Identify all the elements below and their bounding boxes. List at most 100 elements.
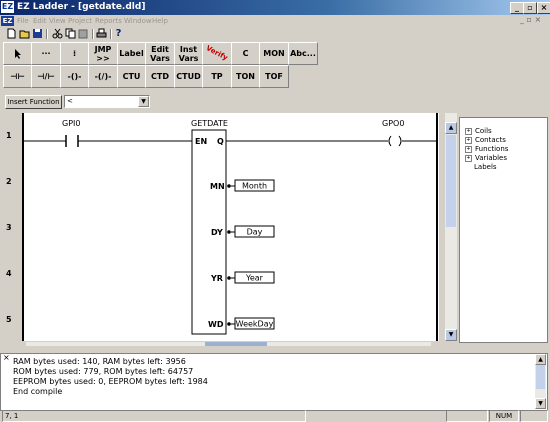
ladder-palette: ··· ⁞ JMP >> Label Edit Vars Inst Vars V… [0, 41, 550, 88]
edit-vars-tool[interactable]: Edit Vars [145, 42, 175, 65]
tree-node[interactable]: + Contacts [465, 136, 506, 145]
menu-edit[interactable]: Edit [33, 16, 47, 26]
dy-pin-label: DY [211, 228, 223, 237]
edit-vars-label: Edit Vars [150, 44, 170, 63]
cut-icon[interactable] [52, 28, 63, 39]
menu-help[interactable]: Help [152, 16, 168, 26]
monitor-tool[interactable]: MON [259, 42, 289, 65]
tree-node[interactable]: + Functions [465, 145, 508, 154]
output-variable[interactable]: WeekDay [236, 320, 274, 329]
ctu-label: CTU [122, 72, 141, 81]
inst-vars-tool[interactable]: Inst Vars [174, 42, 203, 65]
chevron-down-icon[interactable]: ▼ [138, 96, 149, 107]
no-contact-tool[interactable]: ⊣⊢ [3, 65, 32, 88]
expand-icon: + [465, 155, 472, 162]
tree-node[interactable]: Labels [474, 163, 497, 172]
menu-view[interactable]: View [49, 16, 66, 26]
scroll-up-icon[interactable]: ▲ [445, 122, 457, 134]
title-bar: EZ EZ Ladder - [getdate.dld] _ ▫ × [0, 0, 550, 15]
horizontal-wire-tool[interactable]: ··· [31, 42, 61, 65]
copy-icon[interactable] [65, 28, 76, 39]
verify-tool[interactable]: Verify [202, 42, 232, 65]
scroll-down-icon[interactable]: ▼ [535, 398, 546, 409]
compile-tool[interactable]: C [231, 42, 260, 65]
vertical-scroll-thumb[interactable] [446, 135, 456, 227]
horizontal-scroll-thumb[interactable] [205, 342, 267, 346]
select-arrow-tool[interactable] [3, 42, 32, 65]
vertical-wire-tool[interactable]: ⁞ [60, 42, 89, 65]
output-window: × RAM bytes used: 140, RAM bytes left: 3… [0, 353, 548, 411]
output-scrollbar[interactable]: ▲ ▼ [535, 354, 546, 409]
paste-icon[interactable] [78, 28, 89, 39]
print-icon[interactable] [96, 28, 107, 39]
minimize-button[interactable]: _ [510, 2, 524, 14]
ton-label: TON [236, 72, 255, 81]
num-lock-indicator: NUM [489, 410, 519, 422]
window-title: EZ Ladder - [getdate.dld] [17, 2, 146, 12]
close-output-icon[interactable]: × [3, 353, 10, 362]
menu-bar: EZ File Edit View Project Reports Window… [0, 15, 550, 27]
coil-icon: -()- [67, 72, 82, 81]
tp-tool[interactable]: TP [202, 65, 232, 88]
tree-node[interactable]: + Coils [465, 127, 492, 136]
horizontal-scrollbar[interactable] [0, 341, 439, 349]
label-tool-label: Label [119, 49, 144, 58]
menu-file[interactable]: File [17, 16, 29, 26]
scroll-down-icon[interactable]: ▼ [445, 329, 457, 341]
help-icon[interactable]: ? [113, 28, 124, 39]
project-tree[interactable]: + Coils + Contacts + Functions + Variables L… [459, 117, 548, 343]
ladder-diagram: GPI0 GPO0 GETDATE EN Q MN Month DY Day Y… [24, 119, 436, 335]
mn-pin-label: MN [210, 182, 225, 191]
status-bar: 7, 1 NUM [0, 409, 550, 422]
text-tool[interactable]: Abc... [288, 42, 318, 65]
q-pin-label: Q [217, 137, 224, 146]
mdi-controls[interactable]: _ ▫ × [520, 15, 541, 24]
scroll-up-icon[interactable]: ▲ [535, 354, 546, 365]
tof-tool[interactable]: TOF [259, 65, 289, 88]
en-pin-label: EN [195, 137, 207, 146]
output-variable[interactable]: Day [247, 228, 263, 237]
document-icon[interactable]: EZ [1, 16, 14, 26]
status-position: 7, 1 [2, 410, 306, 422]
wd-pin-label: WD [208, 320, 224, 329]
insert-function-button[interactable]: Insert Function [5, 95, 62, 109]
output-variable[interactable]: Year [245, 274, 264, 283]
menu-reports[interactable]: Reports [95, 16, 122, 26]
tof-label: TOF [265, 72, 283, 81]
compile-label: C [242, 49, 249, 58]
ctu-tool[interactable]: CTU [117, 65, 146, 88]
save-disk-icon[interactable] [32, 28, 43, 39]
tree-node[interactable]: + Variables [465, 154, 507, 163]
label-tool[interactable]: Label [117, 42, 146, 65]
no-contact-icon: ⊣⊢ [10, 72, 25, 81]
ladder-vertical-scrollbar[interactable]: ▲ ▼ [445, 113, 457, 341]
inverted-coil-icon: -(/)- [94, 72, 112, 81]
maximize-button[interactable]: ▫ [523, 2, 537, 14]
ctd-label: CTD [151, 72, 169, 81]
new-file-icon[interactable] [6, 28, 17, 39]
open-folder-icon[interactable] [19, 28, 30, 39]
coil-label: GPO0 [382, 119, 404, 128]
function-combo[interactable]: < ▼ [64, 95, 150, 108]
menu-project[interactable]: Project [68, 16, 92, 26]
ctud-tool[interactable]: CTUD [174, 65, 203, 88]
output-line: End compile [13, 387, 63, 396]
ton-tool[interactable]: TON [231, 65, 260, 88]
contact-label: GPI0 [62, 119, 80, 128]
close-button[interactable]: × [537, 2, 550, 14]
output-scroll-thumb[interactable] [536, 365, 545, 389]
coil-gpo0[interactable] [383, 135, 407, 147]
output-variable[interactable]: Month [242, 182, 267, 191]
inst-vars-label: Inst Vars [178, 44, 199, 63]
nc-contact-tool[interactable]: ⊣/⊢ [31, 65, 61, 88]
ctd-tool[interactable]: CTD [145, 65, 175, 88]
menu-window[interactable]: Window [124, 16, 152, 26]
inverted-coil-tool[interactable]: -(/)- [88, 65, 118, 88]
contact-gpi0[interactable] [60, 135, 84, 147]
coil-tool[interactable]: -()- [60, 65, 89, 88]
function-block-name: GETDATE [191, 119, 228, 128]
jump-tool[interactable]: JMP >> [88, 42, 118, 65]
status-panel [520, 410, 548, 422]
verify-icon: Verify [205, 44, 230, 63]
text-tool-label: Abc... [290, 49, 316, 58]
